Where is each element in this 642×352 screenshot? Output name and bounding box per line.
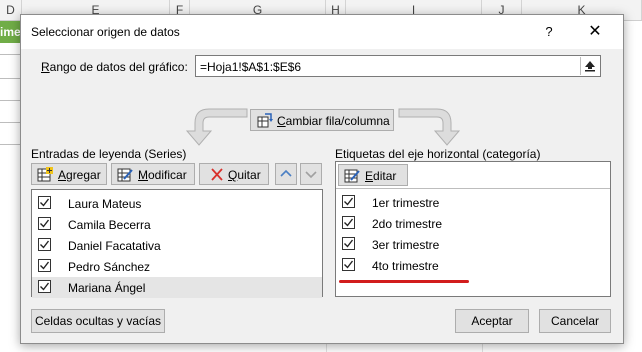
help-button[interactable]: ? [537, 21, 561, 43]
edit-icon [117, 168, 133, 182]
cancel-button[interactable]: Cancelar [539, 309, 611, 333]
range-value: =Hoja1!$A$1:$E$6 [200, 60, 302, 74]
series-label: Pedro Sánchez [68, 260, 151, 274]
check-icon [40, 261, 50, 270]
check-icon [40, 219, 50, 228]
remove-x-icon [211, 168, 223, 181]
check-icon [40, 198, 50, 207]
add-series-button[interactable]: Agregar [31, 163, 107, 185]
series-item[interactable]: Daniel Facatativa [32, 235, 322, 256]
panel-divider [336, 188, 610, 189]
series-item-selected[interactable]: Mariana Ángel [32, 277, 322, 298]
category-item[interactable]: 4to trimestre [336, 255, 610, 276]
category-label: 3er trimestre [372, 238, 440, 252]
series-label: Daniel Facatativa [68, 239, 161, 253]
series-list[interactable]: Laura Mateus Camila Becerra Daniel Facat… [31, 189, 323, 298]
range-label: Rango de datos del gráfico: [41, 60, 188, 74]
legend-entries-label: Entradas de leyenda (Series) [31, 147, 187, 161]
edit-icon [344, 169, 360, 183]
ok-button[interactable]: Aceptar [455, 309, 529, 333]
check-icon [344, 197, 354, 206]
dialog-titlebar[interactable]: Seleccionar origen de datos ? ✕ [21, 15, 623, 49]
curved-arrow-right-icon [398, 108, 461, 146]
check-icon [344, 218, 354, 227]
switch-row-column-label: Cambiar fila/columna [277, 114, 390, 128]
close-button[interactable]: ✕ [581, 21, 609, 43]
series-item[interactable]: Laura Mateus [32, 193, 322, 214]
range-input[interactable]: =Hoja1!$A$1:$E$6 [195, 55, 601, 77]
add-series-label: Agregar [58, 168, 101, 182]
category-checkbox[interactable] [342, 216, 355, 229]
dialog-title: Seleccionar origen de datos [31, 25, 180, 39]
category-checkbox[interactable] [342, 258, 355, 271]
collapse-arrow-icon [585, 61, 595, 72]
add-icon [37, 167, 53, 182]
check-icon [40, 282, 50, 291]
move-up-button[interactable] [275, 163, 297, 185]
move-down-button[interactable] [300, 163, 322, 185]
check-icon [344, 260, 354, 269]
hidden-empty-cells-button[interactable]: Celdas ocultas y vacías [31, 309, 165, 333]
series-label: Laura Mateus [68, 197, 142, 211]
edit-series-label: Modificar [138, 168, 187, 182]
series-checkbox[interactable] [38, 280, 51, 293]
edit-categories-button[interactable]: Editar [338, 164, 408, 186]
select-data-source-dialog: Seleccionar origen de datos ? ✕ Rango de… [20, 14, 624, 344]
series-item[interactable]: Pedro Sánchez [32, 256, 322, 277]
curved-arrow-left-icon [185, 108, 248, 146]
collapse-dialog-button[interactable] [580, 57, 599, 75]
series-checkbox[interactable] [38, 217, 51, 230]
category-item[interactable]: 3er trimestre [336, 234, 610, 255]
switch-row-column-button[interactable]: Cambiar fila/columna [250, 109, 394, 131]
series-label: Camila Becerra [68, 218, 151, 232]
chevron-up-icon [280, 169, 292, 177]
category-item[interactable]: 1er trimestre [336, 192, 610, 213]
remove-series-label: Quitar [228, 168, 261, 182]
red-underline-annotation [339, 280, 469, 283]
switch-row-column-icon [257, 113, 273, 128]
column-header-d[interactable]: D [0, 0, 22, 20]
category-checkbox[interactable] [342, 237, 355, 250]
edit-series-button[interactable]: Modificar [111, 163, 195, 185]
category-checkbox[interactable] [342, 195, 355, 208]
check-icon [344, 239, 354, 248]
series-checkbox[interactable] [38, 259, 51, 272]
edit-categories-label: Editar [365, 169, 397, 183]
series-item[interactable]: Camila Becerra [32, 214, 322, 235]
category-item[interactable]: 2do trimestre [336, 213, 610, 234]
check-icon [40, 240, 50, 249]
category-label: 1er trimestre [372, 196, 440, 210]
series-label: Mariana Ángel [68, 281, 146, 295]
remove-series-button[interactable]: Quitar [199, 163, 269, 185]
axis-labels-label: Etiquetas del eje horizontal (categoría) [335, 147, 541, 161]
category-label: 4to trimestre [372, 259, 439, 273]
chevron-down-icon [305, 171, 317, 179]
category-label: 2do trimestre [372, 217, 443, 231]
series-checkbox[interactable] [38, 238, 51, 251]
series-checkbox[interactable] [38, 196, 51, 209]
category-panel: Editar 1er trimestre 2do trimestre 3er t… [335, 161, 611, 297]
